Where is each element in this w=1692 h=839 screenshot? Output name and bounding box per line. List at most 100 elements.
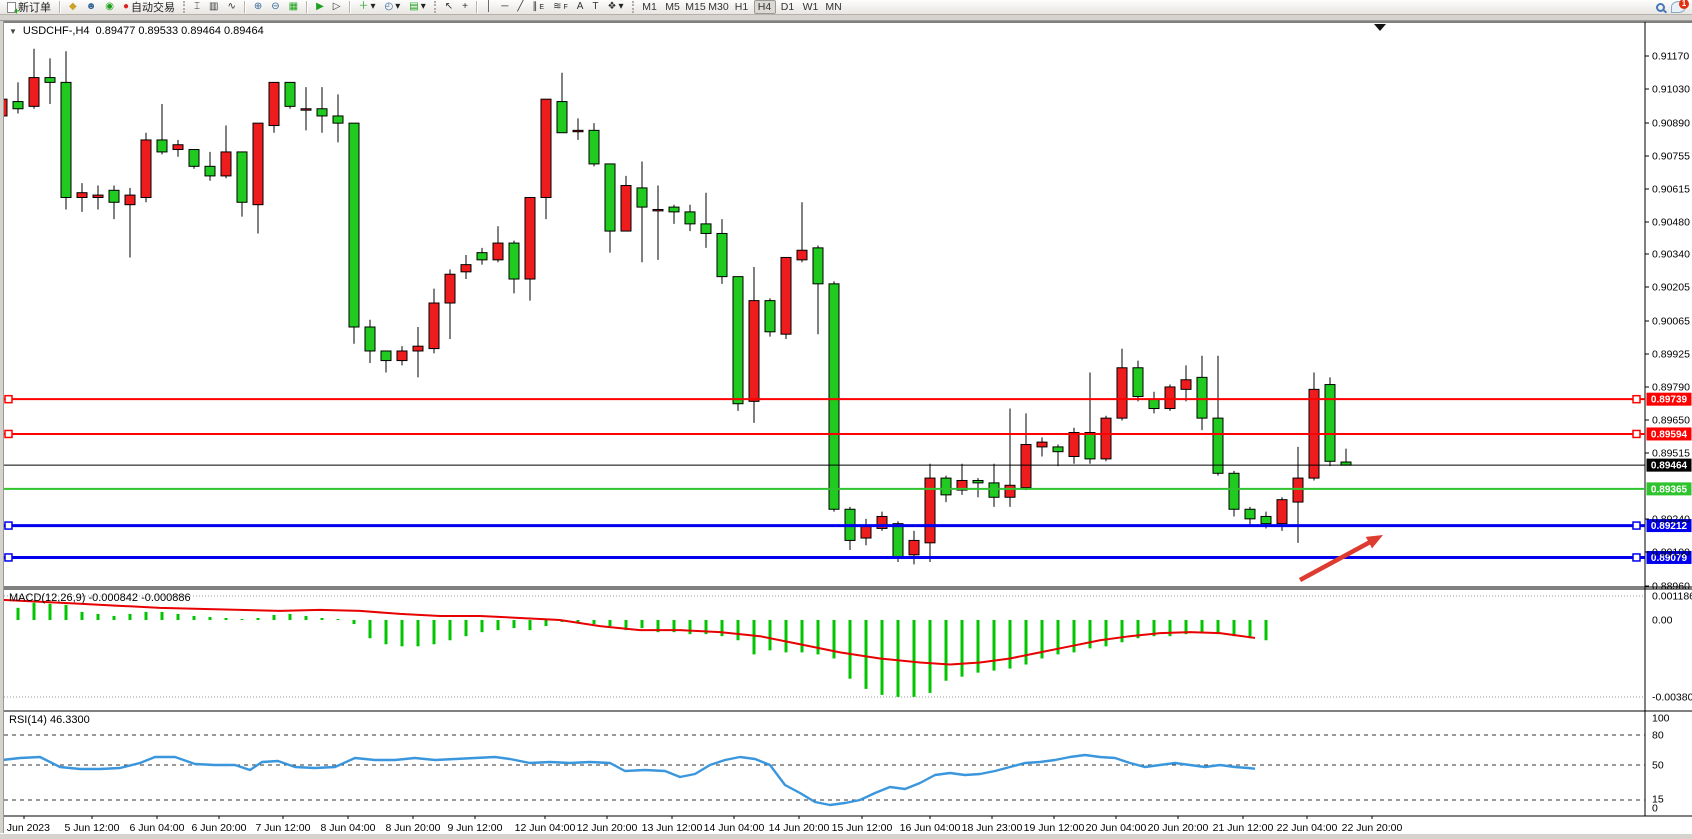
bear-candle bbox=[557, 102, 567, 133]
indicators-button[interactable]: ＋ ▾ bbox=[355, 0, 380, 14]
signals-button[interactable]: ◉ bbox=[101, 0, 118, 14]
line-handle[interactable] bbox=[5, 396, 12, 403]
zoom-out-button[interactable]: ⊖ bbox=[267, 0, 283, 14]
bear-candle bbox=[941, 478, 951, 495]
new-order-button[interactable]: + 新订单 bbox=[3, 0, 55, 14]
toolbar-grip bbox=[183, 1, 186, 13]
timeframe-m15-button[interactable]: M15 bbox=[685, 0, 707, 14]
bull-candle bbox=[1277, 500, 1287, 524]
line-handle[interactable] bbox=[5, 522, 12, 529]
channel-tool-button[interactable]: ∥ E bbox=[528, 0, 548, 14]
candlestick-button[interactable]: ▥ bbox=[205, 0, 222, 14]
timeframe-w1-button[interactable]: W1 bbox=[800, 0, 822, 14]
line-handle[interactable] bbox=[5, 554, 12, 561]
bull-candle bbox=[445, 274, 455, 303]
bear-candle bbox=[701, 224, 711, 234]
macd-axis-label: 0.00 bbox=[1652, 615, 1673, 627]
line-handle[interactable] bbox=[1633, 430, 1640, 437]
text-label-icon: T bbox=[592, 2, 598, 12]
fibonacci-sub-label: F bbox=[563, 4, 567, 11]
bar-chart-button[interactable]: ⌶ bbox=[190, 0, 204, 14]
toolbar-separator bbox=[244, 1, 246, 13]
auto-scroll-button[interactable]: ▶ bbox=[312, 0, 328, 14]
bear-candle bbox=[813, 248, 823, 284]
bear-candle bbox=[285, 82, 295, 106]
bear-candle bbox=[109, 190, 119, 202]
bull-candle bbox=[925, 478, 935, 543]
chat-icon[interactable]: 1 bbox=[1671, 1, 1686, 13]
auto-trading-button[interactable]: ● 自动交易 bbox=[119, 0, 179, 14]
bear-candle bbox=[1229, 473, 1239, 509]
styler-button[interactable]: ◆ bbox=[65, 0, 81, 14]
price-axis-label: 0.89650 bbox=[1652, 415, 1690, 427]
chevron-down-icon: ▾ bbox=[618, 2, 623, 12]
toolbar-separator bbox=[476, 1, 478, 13]
zoom-in-icon: ⊕ bbox=[254, 2, 262, 12]
trendline-tool-button[interactable]: ╱ bbox=[513, 0, 527, 14]
timeframe-d1-button[interactable]: D1 bbox=[777, 0, 799, 14]
chart-canvas[interactable]: 0.897390.895940.894640.893650.892120.890… bbox=[0, 21, 1692, 839]
timeframe-m1-button[interactable]: M1 bbox=[639, 0, 661, 14]
bar-chart-icon: ⌶ bbox=[194, 2, 200, 12]
bear-candle bbox=[1149, 399, 1159, 409]
toolbar-separator bbox=[349, 1, 351, 13]
chart-symbol-header: ▼ USDCHF-,H4 0.89477 0.89533 0.89464 0.8… bbox=[9, 25, 264, 37]
bear-candle bbox=[349, 123, 359, 327]
line-handle[interactable] bbox=[1633, 522, 1640, 529]
bull-candle bbox=[621, 186, 631, 232]
bull-candle bbox=[253, 123, 263, 205]
chart-area[interactable]: 0.897390.895940.894640.893650.892120.890… bbox=[0, 21, 1692, 833]
bear-candle bbox=[1245, 509, 1255, 519]
bull-candle bbox=[413, 346, 423, 351]
arrows-icon: ❖ bbox=[608, 2, 617, 12]
cursor-tool-button[interactable]: ↖ bbox=[441, 0, 457, 14]
price-axis-label: 0.91170 bbox=[1652, 51, 1689, 63]
bear-candle bbox=[717, 233, 727, 276]
fibonacci-tool-button[interactable]: ≋ F bbox=[549, 0, 572, 14]
tile-windows-button[interactable]: ▦ bbox=[285, 0, 302, 14]
timeframe-h4-button[interactable]: H4 bbox=[754, 0, 776, 14]
bull-candle bbox=[541, 99, 551, 197]
community-button[interactable]: ☻ bbox=[82, 0, 101, 14]
text-tool-button[interactable]: A bbox=[573, 0, 588, 14]
paint-bucket-icon: ◆ bbox=[69, 2, 77, 12]
bull-candle bbox=[653, 209, 663, 210]
vertical-line-tool-button[interactable]: │ bbox=[482, 0, 496, 14]
crosshair-tool-button[interactable]: + bbox=[458, 0, 472, 14]
timeframe-m30-button[interactable]: M30 bbox=[708, 0, 730, 14]
line-chart-button[interactable]: ∿ bbox=[223, 0, 239, 14]
line-handle[interactable] bbox=[1633, 554, 1640, 561]
auto-scroll-icon: ▶ bbox=[316, 2, 324, 12]
bear-candle bbox=[317, 109, 327, 116]
line-handle[interactable] bbox=[1633, 396, 1640, 403]
zoom-in-button[interactable]: ⊕ bbox=[250, 0, 266, 14]
horizontal-line-tool-button[interactable]: ─ bbox=[497, 0, 512, 14]
price-badge: 0.89594 bbox=[1647, 427, 1692, 440]
chart-shift-icon: ▷ bbox=[333, 2, 341, 12]
search-icon[interactable] bbox=[1656, 3, 1665, 12]
bear-candle bbox=[1197, 377, 1207, 418]
price-badge: 0.89739 bbox=[1647, 393, 1692, 406]
chevron-down-icon[interactable]: ▼ bbox=[9, 27, 17, 36]
timeframe-h1-button[interactable]: H1 bbox=[731, 0, 753, 14]
bear-candle bbox=[973, 480, 983, 482]
ohlc-values-label: 0.89477 0.89533 0.89464 0.89464 bbox=[96, 25, 264, 37]
bull-candle bbox=[429, 303, 439, 349]
auto-trading-label: 自动交易 bbox=[131, 0, 175, 15]
chevron-down-icon: ▾ bbox=[371, 2, 376, 12]
arrows-tool-button[interactable]: ❖ ▾ bbox=[604, 0, 628, 14]
price-axis-label: 0.90480 bbox=[1652, 217, 1690, 229]
bear-candle bbox=[589, 130, 599, 164]
price-axis-label: 0.90340 bbox=[1652, 249, 1690, 261]
periods-button[interactable]: ◴ ▾ bbox=[381, 0, 405, 14]
bear-candle bbox=[733, 277, 743, 404]
timeframe-mn-button[interactable]: MN bbox=[823, 0, 845, 14]
chart-shift-button[interactable]: ▷ bbox=[329, 0, 345, 14]
timeframe-m5-button[interactable]: M5 bbox=[662, 0, 684, 14]
chat-notification-badge: 1 bbox=[1679, 0, 1689, 9]
text-label-tool-button[interactable]: T bbox=[588, 0, 602, 14]
line-handle[interactable] bbox=[5, 430, 12, 437]
templates-button[interactable]: ▤ ▾ bbox=[405, 0, 429, 14]
rsi-axis-label: 0 bbox=[1652, 803, 1658, 815]
plus-icon: + bbox=[14, 7, 19, 15]
